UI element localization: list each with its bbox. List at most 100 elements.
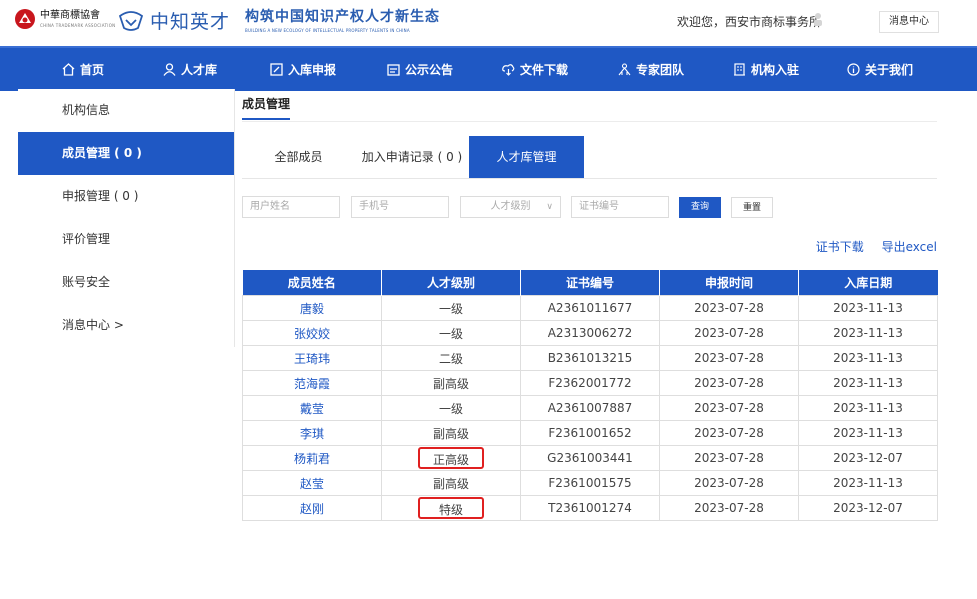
brand-logo[interactable]: 中知英才 bbox=[118, 7, 230, 34]
apply-time-cell: 2023-07-28 bbox=[659, 470, 799, 496]
table-row: 王琦玮 二级 B2361013215 2023-07-28 2023-11-13 bbox=[242, 345, 938, 371]
entry-date-cell: 2023-11-13 bbox=[798, 295, 938, 321]
sidebar-item-message-center[interactable]: 消息中心 > bbox=[18, 304, 234, 347]
member-name-link[interactable]: 李琪 bbox=[242, 420, 382, 446]
home-icon bbox=[62, 63, 75, 76]
entry-date-cell: 2023-12-07 bbox=[798, 495, 938, 521]
talent-level-cell: 特级 bbox=[381, 495, 521, 521]
table-body: 唐毅 一级 A2361011677 2023-07-28 2023-11-13 张姣姣 一级… bbox=[242, 295, 938, 521]
table-row: 赵莹 副高级 F2361001575 2023-07-28 2023-11-13 bbox=[242, 470, 938, 496]
apply-time-cell: 2023-07-28 bbox=[659, 295, 799, 321]
nav-talent-pool[interactable]: 人才库 bbox=[163, 48, 217, 91]
table-row: 赵刚 特级 T2361001274 2023-07-28 2023-12-07 bbox=[242, 495, 938, 521]
association-sub: CHINA TRADEMARK ASSOCIATION bbox=[40, 22, 116, 28]
member-name-link[interactable]: 唐毅 bbox=[242, 295, 382, 321]
talent-level-cell: 正高级 bbox=[381, 445, 521, 471]
nav-label: 机构入驻 bbox=[751, 63, 800, 77]
sidebar-item-member-management[interactable]: 成员管理 ( 0 ) bbox=[18, 132, 234, 175]
column-header-level[interactable]: 人才级别 bbox=[381, 270, 521, 296]
highlighted-level: 正高级 bbox=[418, 447, 484, 469]
column-header-entry-date[interactable]: 入库日期 bbox=[798, 270, 938, 296]
member-name-link[interactable]: 戴莹 bbox=[242, 395, 382, 421]
apply-time-cell: 2023-07-28 bbox=[659, 420, 799, 446]
member-name-link[interactable]: 赵莹 bbox=[242, 470, 382, 496]
name-filter-input[interactable]: 用户姓名 bbox=[242, 196, 340, 218]
search-button[interactable]: 查询 bbox=[679, 197, 721, 218]
nav-experts[interactable]: 专家团队 bbox=[618, 48, 684, 91]
cert-number-cell: G2361003441 bbox=[520, 445, 660, 471]
tab-all-members[interactable]: 全部成员 bbox=[242, 136, 355, 178]
level-select-placeholder: 人才级别 bbox=[490, 201, 531, 212]
entry-date-cell: 2023-11-13 bbox=[798, 345, 938, 371]
talent-level-cell: 副高级 bbox=[381, 370, 521, 396]
sidebar: 机构信息 成员管理 ( 0 ) 申报管理 ( 0 ) 评价管理 账号安全 消息中… bbox=[18, 89, 235, 347]
sidebar-item-org-info[interactable]: 机构信息 bbox=[18, 89, 234, 132]
table-row: 杨莉君 正高级 G2361003441 2023-07-28 2023-12-07 bbox=[242, 445, 938, 471]
column-header-cert[interactable]: 证书编号 bbox=[520, 270, 660, 296]
talent-level-cell: 副高级 bbox=[381, 470, 521, 496]
column-header-apply-time[interactable]: 申报时间 bbox=[659, 270, 799, 296]
entry-date-cell: 2023-11-13 bbox=[798, 420, 938, 446]
message-center-button[interactable]: 消息中心 bbox=[879, 11, 939, 33]
title-underline bbox=[242, 118, 290, 120]
talent-level-cell: 一级 bbox=[381, 295, 521, 321]
top-header: 中華商標協會 CHINA TRADEMARK ASSOCIATION 中知英才 … bbox=[0, 0, 977, 42]
association-seal-icon bbox=[15, 9, 35, 29]
edit-icon bbox=[270, 63, 283, 76]
phone-filter-input[interactable]: 手机号 bbox=[351, 196, 449, 218]
nav-home[interactable]: 首页 bbox=[62, 48, 104, 91]
talent-level-cell: 一级 bbox=[381, 320, 521, 346]
export-excel-link[interactable]: 导出excel bbox=[882, 240, 937, 254]
apply-time-cell: 2023-07-28 bbox=[659, 495, 799, 521]
download-icon bbox=[502, 64, 515, 76]
nav-label: 文件下载 bbox=[520, 63, 569, 77]
table-row: 唐毅 一级 A2361011677 2023-07-28 2023-11-13 bbox=[242, 295, 938, 321]
reset-button[interactable]: 重置 bbox=[731, 197, 773, 218]
cert-number-cell: A2361007887 bbox=[520, 395, 660, 421]
talent-level-cell: 一级 bbox=[381, 395, 521, 421]
tab-talent-pool-management[interactable]: 人才库管理 bbox=[469, 136, 584, 178]
nav-label: 首页 bbox=[80, 63, 105, 77]
user-avatar-icon[interactable] bbox=[813, 12, 823, 26]
entry-date-cell: 2023-11-13 bbox=[798, 470, 938, 496]
welcome-text: 欢迎您，西安市商标事务所 bbox=[677, 15, 822, 29]
association-name: 中華商標協會 bbox=[40, 9, 100, 21]
entry-date-cell: 2023-12-07 bbox=[798, 445, 938, 471]
nav-about[interactable]: 关于我们 bbox=[847, 48, 913, 91]
cert-number-cell: F2361001575 bbox=[520, 470, 660, 496]
sidebar-item-evaluation-management[interactable]: 评价管理 bbox=[18, 218, 234, 261]
action-links: 证书下载 导出excel bbox=[802, 238, 937, 255]
member-name-link[interactable]: 赵刚 bbox=[242, 495, 382, 521]
member-name-link[interactable]: 张姣姣 bbox=[242, 320, 382, 346]
member-name-link[interactable]: 王琦玮 bbox=[242, 345, 382, 371]
tab-join-requests[interactable]: 加入申请记录 ( 0 ) bbox=[355, 136, 469, 178]
page-title: 成员管理 bbox=[242, 97, 291, 111]
cert-number-cell: T2361001274 bbox=[520, 495, 660, 521]
talent-table: 成员姓名 人才级别 证书编号 申报时间 入库日期 唐毅 一级 A2361011677… bbox=[242, 270, 938, 521]
table-row: 张姣姣 一级 A2313006272 2023-07-28 2023-11-13 bbox=[242, 320, 938, 346]
member-name-link[interactable]: 杨莉君 bbox=[242, 445, 382, 471]
brand-name: 中知英才 bbox=[150, 11, 231, 33]
nav-label: 专家团队 bbox=[636, 63, 685, 77]
brand-mark-icon bbox=[118, 10, 144, 31]
nav-download[interactable]: 文件下载 bbox=[502, 48, 568, 91]
cert-number-filter-input[interactable]: 证书编号 bbox=[571, 196, 669, 218]
nav-institution[interactable]: 机构入驻 bbox=[733, 48, 799, 91]
apply-time-cell: 2023-07-28 bbox=[659, 395, 799, 421]
chevron-down-icon: ∨ bbox=[546, 202, 553, 212]
team-icon bbox=[618, 63, 631, 76]
sidebar-item-application-management[interactable]: 申报管理 ( 0 ) bbox=[18, 175, 234, 218]
building-icon bbox=[734, 63, 745, 76]
sidebar-item-account-security[interactable]: 账号安全 bbox=[18, 261, 234, 304]
level-select[interactable]: 人才级别 ∨ bbox=[460, 196, 561, 218]
cert-download-link[interactable]: 证书下载 bbox=[816, 240, 864, 254]
nav-label: 入库申报 bbox=[288, 63, 337, 77]
nav-notice[interactable]: 公示公告 bbox=[387, 48, 453, 91]
member-name-link[interactable]: 范海霞 bbox=[242, 370, 382, 396]
slogan-text: 构筑中国知识产权人才新生态 bbox=[245, 9, 440, 25]
association-logo[interactable]: 中華商標協會 CHINA TRADEMARK ASSOCIATION bbox=[14, 8, 115, 30]
nav-apply[interactable]: 入库申报 bbox=[270, 48, 336, 91]
column-header-name[interactable]: 成员姓名 bbox=[242, 270, 382, 296]
cert-number-cell: F2362001772 bbox=[520, 370, 660, 396]
nav-label: 人才库 bbox=[181, 63, 218, 77]
